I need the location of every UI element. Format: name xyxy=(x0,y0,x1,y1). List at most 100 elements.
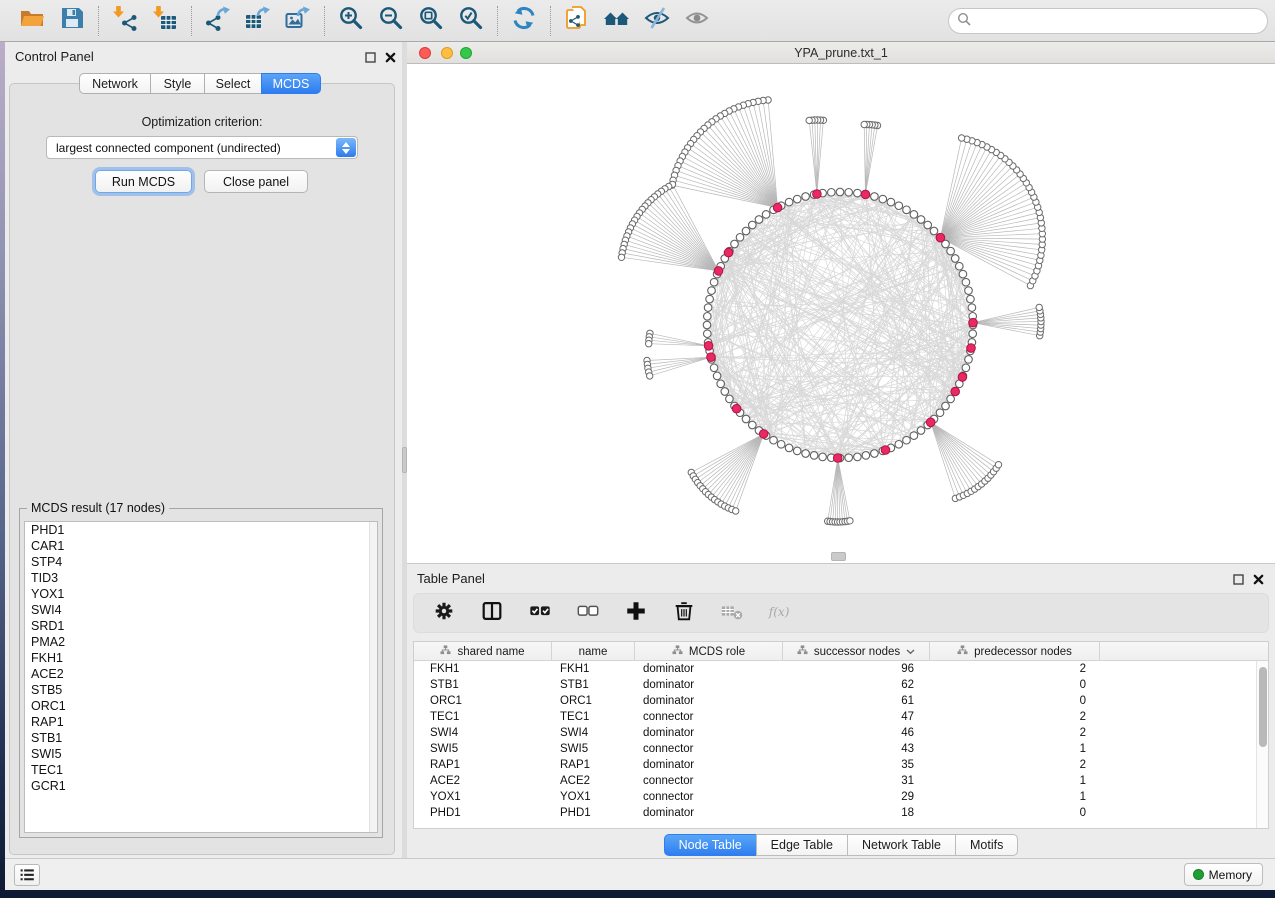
first-neighbors-button[interactable] xyxy=(601,5,633,37)
cell-predecessor-nodes[interactable]: 0 xyxy=(930,677,1100,693)
network-mcds-node[interactable] xyxy=(969,318,978,327)
network-node[interactable] xyxy=(947,395,955,403)
network-node[interactable] xyxy=(1036,304,1042,310)
clone-network-button[interactable] xyxy=(561,5,593,37)
network-node[interactable] xyxy=(742,415,750,423)
network-node[interactable] xyxy=(731,240,739,248)
network-mcds-node[interactable] xyxy=(773,203,782,212)
network-node[interactable] xyxy=(967,295,975,303)
network-node[interactable] xyxy=(618,254,624,260)
network-node[interactable] xyxy=(965,356,973,364)
cell-shared-name[interactable]: PHD1 xyxy=(414,805,552,821)
network-mcds-node[interactable] xyxy=(759,430,768,439)
export-image-button[interactable] xyxy=(282,5,314,37)
cell-predecessor-nodes[interactable]: 2 xyxy=(930,709,1100,725)
cell-MCDS-role[interactable]: connector xyxy=(635,709,783,725)
column-layout-button[interactable] xyxy=(478,599,506,627)
table-row[interactable]: YOX1YOX1connector291 xyxy=(414,789,1268,805)
network-node[interactable] xyxy=(721,388,729,396)
cell-successor-nodes[interactable]: 35 xyxy=(783,757,930,773)
cell-shared-name[interactable]: SWI4 xyxy=(414,725,552,741)
network-mcds-node[interactable] xyxy=(724,248,733,257)
export-network-button[interactable] xyxy=(202,5,234,37)
network-mcds-node[interactable] xyxy=(958,373,967,382)
mcds-result-item[interactable]: TEC1 xyxy=(25,762,377,778)
network-node[interactable] xyxy=(965,287,973,295)
network-mcds-node[interactable] xyxy=(926,418,935,427)
mcds-result-item[interactable]: RAP1 xyxy=(25,714,377,730)
cell-successor-nodes[interactable]: 43 xyxy=(783,741,930,757)
network-node[interactable] xyxy=(733,508,739,514)
cell-shared-name[interactable]: ACE2 xyxy=(414,773,552,789)
show-all-button[interactable] xyxy=(681,5,713,37)
network-node[interactable] xyxy=(793,195,801,203)
network-node[interactable] xyxy=(847,518,853,524)
cell-name[interactable]: TEC1 xyxy=(552,709,635,725)
network-node[interactable] xyxy=(962,278,970,286)
network-node[interactable] xyxy=(962,364,970,372)
cell-name[interactable]: STB1 xyxy=(552,677,635,693)
cell-predecessor-nodes[interactable]: 1 xyxy=(930,741,1100,757)
network-node[interactable] xyxy=(917,216,925,224)
cell-name[interactable]: ACE2 xyxy=(552,773,635,789)
cell-successor-nodes[interactable]: 62 xyxy=(783,677,930,693)
cell-MCDS-role[interactable]: dominator xyxy=(635,725,783,741)
mcds-result-item[interactable]: YOX1 xyxy=(25,586,377,602)
cell-predecessor-nodes[interactable]: 1 xyxy=(930,773,1100,789)
network-node[interactable] xyxy=(968,304,976,312)
cell-name[interactable]: YOX1 xyxy=(552,789,635,805)
import-table-button[interactable] xyxy=(149,5,181,37)
cell-predecessor-nodes[interactable]: 0 xyxy=(930,693,1100,709)
close-panel-button[interactable]: Close panel xyxy=(204,170,308,193)
criterion-select[interactable]: largest connected component (undirected) xyxy=(46,136,358,159)
network-node[interactable] xyxy=(936,409,944,417)
network-node[interactable] xyxy=(895,202,903,210)
mcds-result-item[interactable]: PMA2 xyxy=(25,634,377,650)
network-node[interactable] xyxy=(646,341,652,347)
save-session-button[interactable] xyxy=(56,5,88,37)
network-node[interactable] xyxy=(793,447,801,455)
network-node[interactable] xyxy=(713,372,721,380)
network-node[interactable] xyxy=(749,221,757,229)
table-row[interactable]: SWI4SWI4dominator462 xyxy=(414,725,1268,741)
import-network-button[interactable] xyxy=(109,5,141,37)
network-node[interactable] xyxy=(802,450,810,458)
network-node[interactable] xyxy=(956,262,964,270)
cell-MCDS-role[interactable]: dominator xyxy=(635,757,783,773)
mcds-result-item[interactable]: ORC1 xyxy=(25,698,377,714)
deselect-all-button[interactable] xyxy=(574,599,602,627)
zoom-in-button[interactable] xyxy=(335,5,367,37)
select-all-button[interactable] xyxy=(526,599,554,627)
network-node[interactable] xyxy=(887,198,895,206)
tab-network-table[interactable]: Network Table xyxy=(847,834,956,856)
network-node[interactable] xyxy=(917,427,925,435)
network-node[interactable] xyxy=(903,206,911,214)
network-node[interactable] xyxy=(959,270,967,278)
table-row[interactable]: ACE2ACE2connector311 xyxy=(414,773,1268,789)
search-input[interactable] xyxy=(971,11,1267,31)
cell-predecessor-nodes[interactable]: 2 xyxy=(930,725,1100,741)
network-node[interactable] xyxy=(726,395,734,403)
float-table-panel-icon[interactable] xyxy=(1231,572,1245,586)
network-mcds-node[interactable] xyxy=(881,446,890,455)
cell-MCDS-role[interactable]: dominator xyxy=(635,805,783,821)
network-node[interactable] xyxy=(785,198,793,206)
cell-MCDS-role[interactable]: connector xyxy=(635,789,783,805)
table-row[interactable]: RAP1RAP1dominator352 xyxy=(414,757,1268,773)
network-node[interactable] xyxy=(910,432,918,440)
cell-MCDS-role[interactable]: connector xyxy=(635,773,783,789)
network-node[interactable] xyxy=(819,453,827,461)
network-node[interactable] xyxy=(836,188,844,196)
hide-selected-button[interactable] xyxy=(641,5,673,37)
tab-node-table[interactable]: Node Table xyxy=(664,834,757,856)
column-header-MCDS-role[interactable]: MCDS role xyxy=(635,642,783,661)
sort-chevron-icon[interactable] xyxy=(906,646,915,658)
memory-button[interactable]: Memory xyxy=(1184,863,1263,886)
column-header-predecessor-nodes[interactable]: predecessor nodes xyxy=(930,642,1100,661)
network-node[interactable] xyxy=(802,193,810,201)
tab-style[interactable]: Style xyxy=(150,73,205,94)
network-mcds-node[interactable] xyxy=(936,233,945,242)
mcds-result-item[interactable]: SRD1 xyxy=(25,618,377,634)
network-node[interactable] xyxy=(903,436,911,444)
network-node[interactable] xyxy=(708,287,716,295)
